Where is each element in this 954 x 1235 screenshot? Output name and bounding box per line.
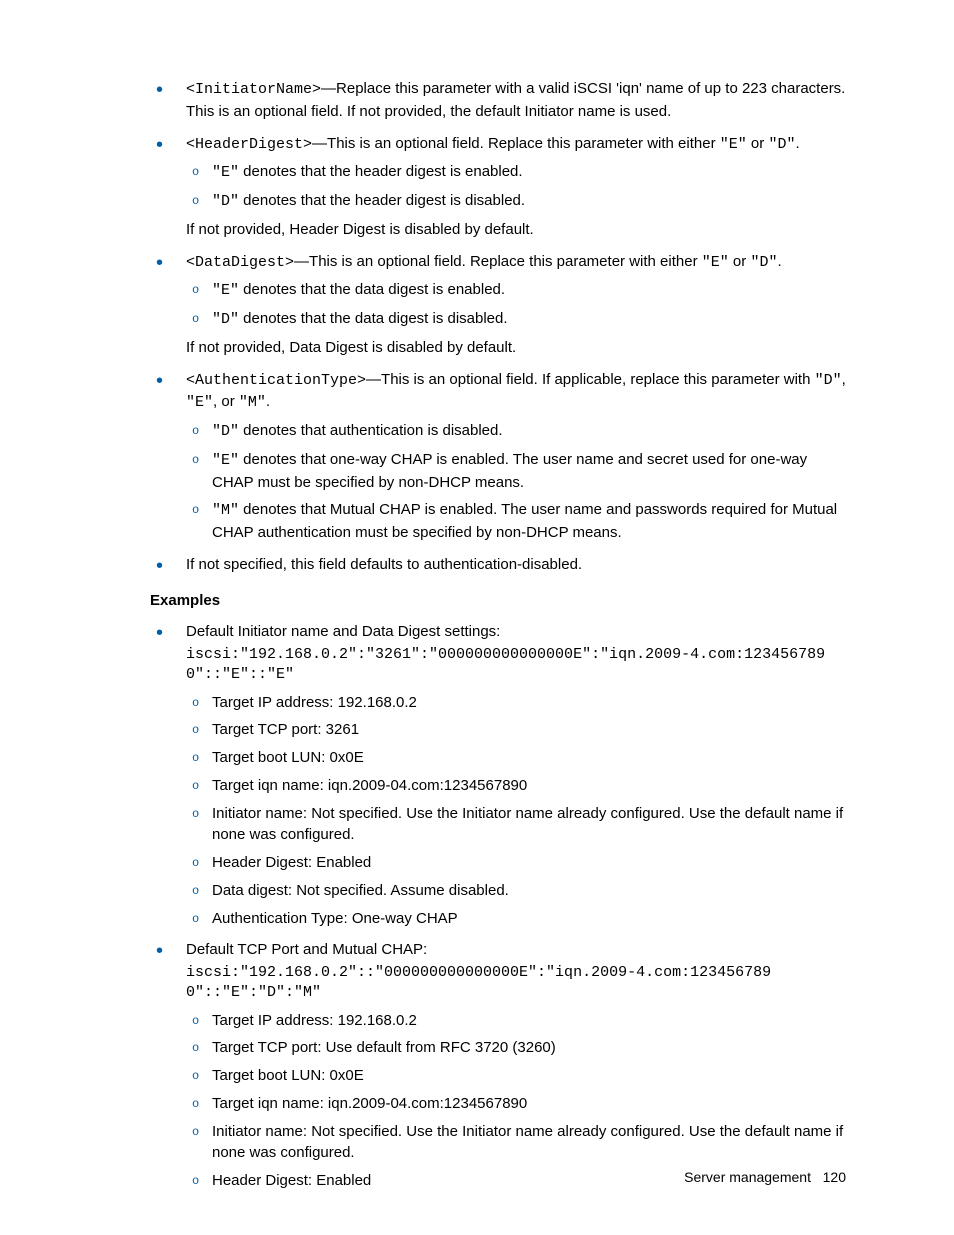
- txt: Data digest: Not specified. Assume disab…: [212, 882, 509, 899]
- code-inline: "E": [186, 394, 213, 411]
- list-item: Target IP address: 192.168.0.2: [186, 692, 846, 714]
- tail-note: If not provided, Data Digest is disabled…: [186, 337, 846, 359]
- txt: Header Digest: Enabled: [212, 854, 371, 871]
- list-item: "D" denotes that the data digest is disa…: [186, 308, 846, 331]
- txt: —This is an optional field. Replace this…: [312, 135, 720, 152]
- txt: Target IP address: 192.168.0.2: [212, 1012, 417, 1029]
- page-footer: Server management 120: [684, 1167, 846, 1187]
- param-name: <HeaderDigest>: [186, 136, 312, 153]
- txt: Target iqn name: iqn.2009-04.com:1234567…: [212, 1095, 527, 1112]
- list-item: "D" denotes that the header digest is di…: [186, 190, 846, 213]
- list-item: "E" denotes that the data digest is enab…: [186, 279, 846, 302]
- list-item: <HeaderDigest>—This is an optional field…: [150, 133, 846, 241]
- txt: denotes that the header digest is enable…: [239, 163, 523, 180]
- footer-section: Server management: [684, 1169, 811, 1185]
- txt: denotes that the header digest is disabl…: [239, 192, 525, 209]
- sub-list: Target IP address: 192.168.0.2 Target TC…: [186, 692, 846, 930]
- txt: denotes that Mutual CHAP is enabled. The…: [212, 501, 837, 541]
- sub-list: "E" denotes that the header digest is en…: [186, 161, 846, 213]
- txt: Target boot LUN: 0x0E: [212, 1067, 364, 1084]
- txt: Target TCP port: Use default from RFC 37…: [212, 1039, 556, 1056]
- code-inline: "D": [768, 136, 795, 153]
- examples-heading: Examples: [150, 590, 846, 612]
- list-item: Target boot LUN: 0x0E: [186, 1065, 846, 1087]
- txt: , or: [213, 393, 239, 410]
- txt: —This is an optional field. Replace this…: [294, 253, 702, 270]
- txt: Target boot LUN: 0x0E: [212, 749, 364, 766]
- list-item: Target iqn name: iqn.2009-04.com:1234567…: [186, 1093, 846, 1115]
- txt: Target TCP port: 3261: [212, 721, 359, 738]
- txt: .: [266, 393, 270, 410]
- code-inline: "E": [212, 282, 239, 299]
- list-item: Target TCP port: Use default from RFC 37…: [186, 1037, 846, 1059]
- txt: denotes that the data digest is disabled…: [239, 310, 508, 327]
- list-item: Data digest: Not specified. Assume disab…: [186, 880, 846, 902]
- list-item: Target IP address: 192.168.0.2: [186, 1010, 846, 1032]
- list-item: <AuthenticationType>—This is an optional…: [150, 369, 846, 544]
- code-inline: "M": [212, 502, 239, 519]
- txt: Header Digest: Enabled: [212, 1172, 371, 1189]
- txt: —This is an optional field. If applicabl…: [366, 371, 815, 388]
- list-item: Default Initiator name and Data Digest s…: [150, 621, 846, 929]
- code-inline: "E": [212, 452, 239, 469]
- sub-list: "E" denotes that the data digest is enab…: [186, 279, 846, 331]
- txt: .: [795, 135, 799, 152]
- txt: Initiator name: Not specified. Use the I…: [212, 805, 843, 844]
- txt: Authentication Type: One-way CHAP: [212, 910, 458, 927]
- param-name: <InitiatorName>: [186, 81, 321, 98]
- list-item: Target TCP port: 3261: [186, 719, 846, 741]
- param-name: <AuthenticationType>: [186, 372, 366, 389]
- list-item: "E" denotes that one-way CHAP is enabled…: [186, 449, 846, 494]
- list-item: "E" denotes that the header digest is en…: [186, 161, 846, 184]
- code-inline: "D": [750, 254, 777, 271]
- txt: denotes that the data digest is enabled.: [239, 281, 505, 298]
- param-name: <DataDigest>: [186, 254, 294, 271]
- txt: ,: [842, 371, 846, 388]
- code-inline: "D": [212, 423, 239, 440]
- code-inline: "E": [212, 164, 239, 181]
- code-inline: "M": [239, 394, 266, 411]
- code-inline: "D": [815, 372, 842, 389]
- list-item: Authentication Type: One-way CHAP: [186, 908, 846, 930]
- list-item: <DataDigest>—This is an optional field. …: [150, 251, 846, 359]
- txt: denotes that authentication is disabled.: [239, 422, 503, 439]
- txt: .: [777, 253, 781, 270]
- list-item: "D" denotes that authentication is disab…: [186, 420, 846, 443]
- txt: or: [747, 135, 769, 152]
- list-item: Initiator name: Not specified. Use the I…: [186, 1121, 846, 1165]
- sub-list: "D" denotes that authentication is disab…: [186, 420, 846, 544]
- sub-list: Target IP address: 192.168.0.2 Target TC…: [186, 1010, 846, 1192]
- code-inline: "E": [720, 136, 747, 153]
- page-body: <InitiatorName>—Replace this parameter w…: [0, 0, 954, 1235]
- example-intro: Default Initiator name and Data Digest s…: [186, 621, 846, 643]
- code-inline: "D": [212, 311, 239, 328]
- list-item: Header Digest: Enabled: [186, 852, 846, 874]
- code-block: iscsi:"192.168.0.2":"3261":"000000000000…: [186, 645, 846, 686]
- list-item: Initiator name: Not specified. Use the I…: [186, 803, 846, 847]
- list-item: Default TCP Port and Mutual CHAP: iscsi:…: [150, 939, 846, 1192]
- examples-list: Default Initiator name and Data Digest s…: [150, 621, 846, 1192]
- txt: Initiator name: Not specified. Use the I…: [212, 1123, 843, 1162]
- list-item: Target iqn name: iqn.2009-04.com:1234567…: [186, 775, 846, 797]
- code-block: iscsi:"192.168.0.2"::"000000000000000E":…: [186, 963, 846, 1004]
- parameter-list: <InitiatorName>—Replace this parameter w…: [150, 78, 846, 576]
- tail-note: If not provided, Header Digest is disabl…: [186, 219, 846, 241]
- txt: Target iqn name: iqn.2009-04.com:1234567…: [212, 777, 527, 794]
- footer-page: 120: [823, 1169, 846, 1185]
- list-item: Target boot LUN: 0x0E: [186, 747, 846, 769]
- txt: Target IP address: 192.168.0.2: [212, 694, 417, 711]
- list-item: If not specified, this field defaults to…: [150, 554, 846, 576]
- list-item: "M" denotes that Mutual CHAP is enabled.…: [186, 499, 846, 544]
- list-item: <InitiatorName>—Replace this parameter w…: [150, 78, 846, 123]
- code-inline: "E": [702, 254, 729, 271]
- example-intro: Default TCP Port and Mutual CHAP:: [186, 939, 846, 961]
- txt: or: [729, 253, 751, 270]
- code-inline: "D": [212, 193, 239, 210]
- txt: denotes that one-way CHAP is enabled. Th…: [212, 451, 807, 491]
- txt: If not specified, this field defaults to…: [186, 556, 582, 573]
